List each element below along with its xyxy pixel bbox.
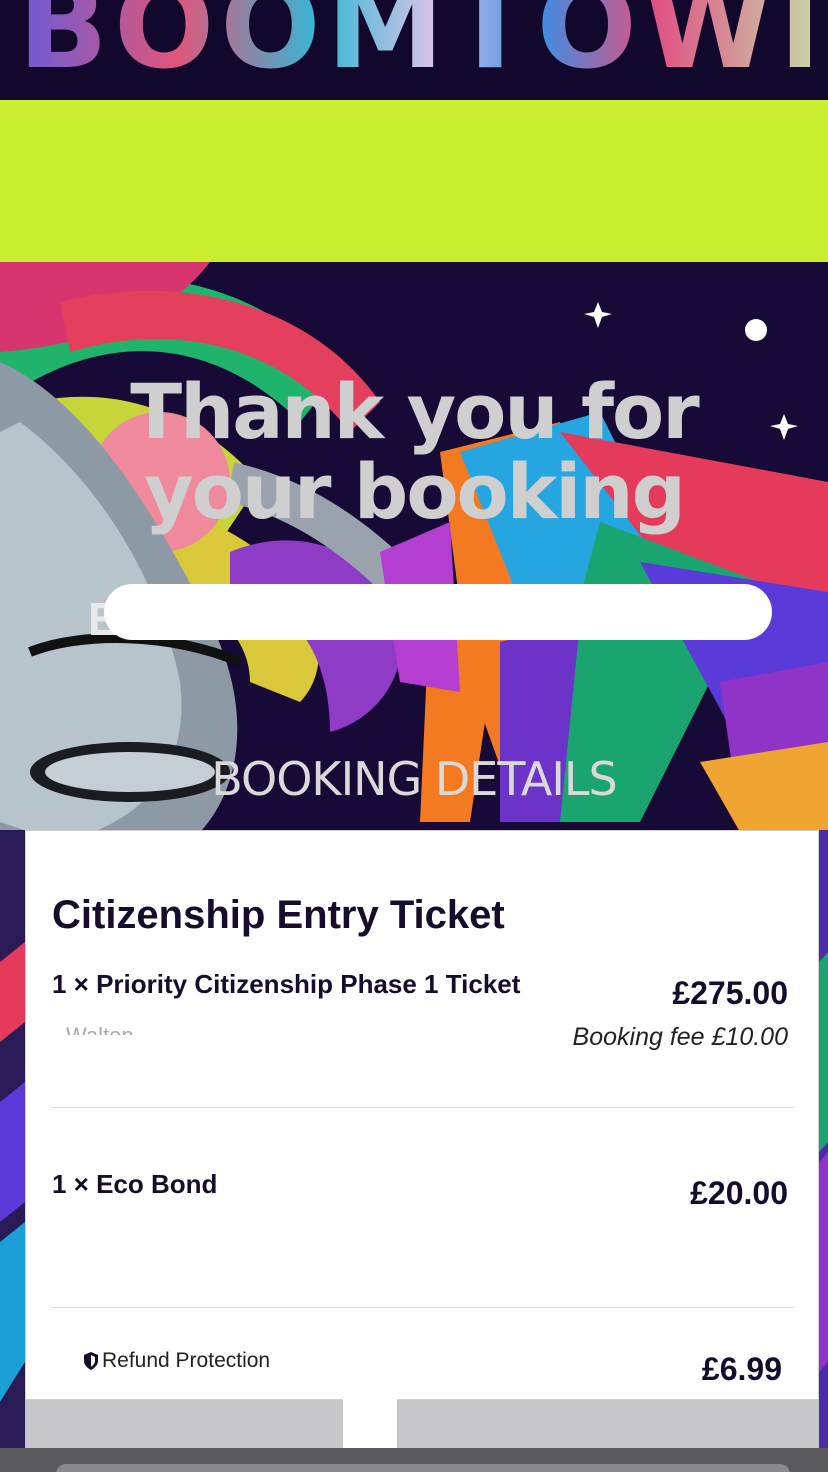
shield-icon <box>84 1352 98 1370</box>
refund-protection-row: Refund Protection <box>84 1349 270 1373</box>
booking-summary-card: Citizenship Entry Ticket 1 × Priority Ci… <box>25 830 819 1400</box>
lime-banner <box>0 100 828 262</box>
price-priority-ticket: £275.00 <box>672 975 788 1011</box>
thank-you-line-2: your booking <box>144 447 686 536</box>
ticket-type-title: Citizenship Entry Ticket <box>52 893 505 937</box>
bottom-gray-band <box>25 1400 819 1448</box>
site-header: BOOMTOWN <box>0 0 828 100</box>
thank-you-line-1: Thank you for <box>130 367 699 456</box>
line-item-eco-bond: 1 × Eco Bond <box>52 1169 218 1199</box>
divider <box>52 1307 794 1308</box>
boomtown-logo[interactable]: BOOMTOWN <box>18 0 828 86</box>
booking-fee: Booking fee £10.00 <box>572 1023 788 1051</box>
ticket-holder-name-fragment: Walton <box>66 1023 134 1035</box>
browser-address-pill[interactable] <box>56 1464 790 1472</box>
thank-you-heading: Thank you for your booking <box>0 372 828 532</box>
line-item-priority-ticket: 1 × Priority Citizenship Phase 1 Ticket <box>52 969 521 999</box>
refund-protection-label: Refund Protection <box>102 1349 271 1372</box>
price-refund-protection: £6.99 <box>701 1351 782 1387</box>
redacted-customer-name <box>104 584 772 640</box>
price-eco-bond: £20.00 <box>690 1175 788 1211</box>
booking-details-heading: BOOKING DETAILS <box>211 752 617 806</box>
divider <box>52 1107 794 1108</box>
